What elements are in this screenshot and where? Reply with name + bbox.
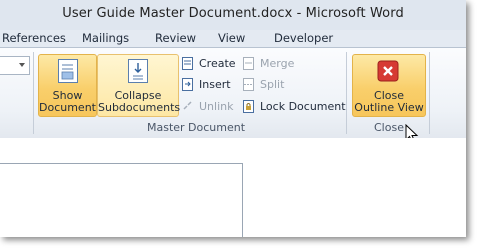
tab-mailings[interactable]: Mailings: [82, 31, 129, 45]
create-label: Create: [199, 57, 236, 70]
unlink-label: Unlink: [199, 100, 234, 113]
show-document-label-2: Document: [39, 101, 96, 114]
close-outline-view-label-2: Outline View: [354, 101, 424, 114]
collapse-subdocuments-icon: [128, 59, 148, 83]
collapse-subdocuments-button[interactable]: Collapse Subdocuments: [97, 54, 181, 117]
split-icon: [243, 78, 254, 91]
chevron-down-icon: [19, 63, 25, 67]
insert-button[interactable]: Insert: [182, 77, 238, 93]
collapse-subdocuments-label-2: Subdocuments: [98, 101, 181, 114]
lock-document-button[interactable]: Lock Document: [243, 99, 346, 115]
ribbon-tabs: References Mailings Review View Develope…: [0, 30, 466, 47]
merge-label: Merge: [260, 57, 295, 70]
show-document-button[interactable]: Show Document: [38, 54, 97, 117]
create-button[interactable]: Create: [182, 56, 238, 72]
document-page[interactable]: [0, 163, 243, 237]
unlink-button[interactable]: Unlink: [182, 99, 238, 115]
ribbon: Show Document Collapse Subdocuments Crea…: [0, 47, 466, 143]
tab-developer[interactable]: Developer: [274, 31, 333, 45]
group-divider: [33, 52, 34, 134]
insert-icon: [182, 78, 193, 91]
create-icon: [182, 57, 193, 70]
tab-references[interactable]: References: [2, 31, 66, 45]
tab-view[interactable]: View: [218, 31, 245, 45]
insert-label: Insert: [199, 78, 231, 91]
unlink-icon: [183, 101, 192, 110]
level-dropdown[interactable]: [0, 56, 30, 75]
split-label: Split: [260, 78, 285, 91]
lock-icon: [243, 100, 254, 113]
close-group-label: Close: [374, 121, 404, 134]
document-area[interactable]: [0, 138, 466, 237]
merge-icon: [243, 57, 254, 70]
group-divider: [346, 52, 347, 134]
close-icon: [377, 60, 399, 82]
split-button[interactable]: Split: [243, 77, 299, 93]
lock-document-label: Lock Document: [260, 100, 346, 113]
master-document-group-label: Master Document: [147, 121, 246, 134]
word-window: User Guide Master Document.docx - Micros…: [0, 0, 466, 237]
window-title: User Guide Master Document.docx - Micros…: [62, 6, 404, 21]
group-divider: [429, 52, 430, 134]
title-bar: User Guide Master Document.docx - Micros…: [0, 0, 466, 31]
close-outline-view-button[interactable]: Close Outline View: [352, 54, 426, 117]
show-document-icon: [58, 59, 78, 83]
merge-button[interactable]: Merge: [243, 56, 299, 72]
tab-review[interactable]: Review: [155, 31, 196, 45]
